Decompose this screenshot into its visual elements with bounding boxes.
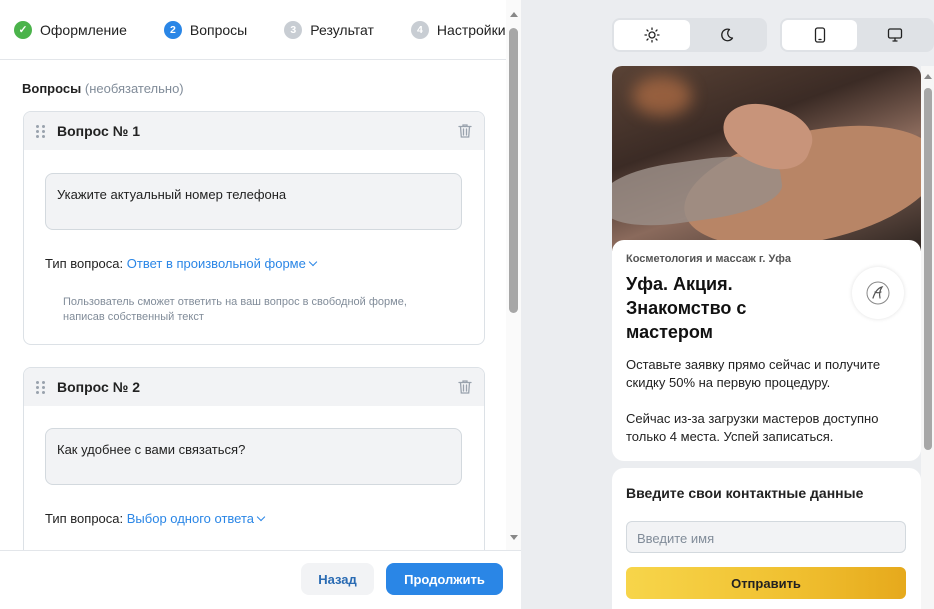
stepper: ✓ Оформление 2 Вопросы 3 Результат 4 Нас… (0, 0, 506, 60)
chevron-down-icon (308, 257, 318, 267)
drag-handle-icon[interactable] (36, 380, 45, 394)
scrollbar-thumb[interactable] (924, 88, 932, 450)
scroll-up-arrow-icon[interactable] (924, 74, 932, 79)
question-title: Вопрос № 1 (57, 123, 140, 139)
step-label: Результат (310, 21, 374, 38)
scrollbar[interactable] (506, 0, 521, 550)
check-icon: ✓ (14, 20, 32, 39)
phone-icon (814, 27, 825, 43)
device-toggle (780, 18, 934, 52)
moon-icon (721, 28, 734, 42)
company-name: Косметология и массаж г. Уфа (626, 253, 792, 265)
chevron-down-icon (256, 512, 266, 522)
company-logo (852, 267, 904, 319)
question-header: Вопрос № 2 (24, 368, 484, 406)
question-card: Вопрос № 1 Укажите актуальный номер теле… (23, 111, 485, 345)
light-theme-option[interactable] (614, 20, 690, 50)
desktop-icon (887, 28, 902, 42)
question-header: Вопрос № 1 (24, 112, 484, 150)
drag-handle-icon[interactable] (36, 124, 45, 138)
question-title: Вопрос № 2 (57, 379, 140, 395)
step-settings[interactable]: 4 Настройки (410, 20, 506, 39)
question-type-select[interactable]: Выбор одного ответа (126, 511, 266, 526)
step-label: Настройки (436, 21, 506, 38)
step-design[interactable]: ✓ Оформление (14, 20, 127, 39)
mobile-preview: Косметология и массаж г. Уфа Уфа. Акция.… (612, 66, 921, 609)
logo-icon (866, 281, 890, 305)
contact-form-card: Введите свои контактные данные Введите и… (612, 468, 921, 609)
step-number: 4 (410, 20, 429, 39)
question-type-hint: Пользователь сможет ответить на ваш вопр… (63, 296, 407, 323)
questions-section-title: Вопросы (необязательно) (22, 81, 184, 96)
question-text-input[interactable]: Укажите актуальный номер телефона (45, 173, 462, 230)
editor-footer: Назад Продолжить (0, 550, 521, 609)
scrollbar-thumb[interactable] (509, 28, 518, 313)
question-type-label: Тип вопроса: (45, 511, 124, 526)
promo-headline: Уфа. Акция. Знакомство с мастером (626, 274, 747, 342)
preview-scrollbar[interactable] (921, 66, 934, 609)
question-card: Вопрос № 2 Как удобнее с вами связаться?… (23, 367, 485, 567)
continue-button[interactable]: Продолжить (386, 563, 503, 595)
desktop-view-option[interactable] (857, 20, 932, 50)
form-title: Введите свои контактные данные (626, 485, 864, 501)
step-label: Оформление (40, 21, 127, 38)
trash-icon[interactable] (458, 123, 472, 139)
submit-button[interactable]: Отправить (626, 567, 906, 599)
trash-icon[interactable] (458, 379, 472, 395)
question-type-row: Тип вопроса: Выбор одного ответа (45, 511, 266, 526)
preview-panel: Косметология и массаж г. Уфа Уфа. Акция.… (521, 0, 934, 609)
scroll-up-arrow-icon[interactable] (510, 12, 518, 17)
step-number: 2 (163, 20, 182, 39)
step-number: 3 (284, 20, 303, 39)
mobile-view-option[interactable] (782, 20, 857, 50)
optional-note: (необязательно) (84, 81, 184, 96)
section-title-text: Вопросы (22, 81, 82, 96)
dark-theme-option[interactable] (690, 20, 766, 50)
question-type-select[interactable]: Ответ в произвольной форме (126, 256, 318, 271)
question-type-value: Ответ в произвольной форме (126, 256, 306, 271)
sun-icon (644, 27, 660, 43)
step-label: Вопросы (189, 21, 248, 38)
promo-card: Косметология и массаж г. Уфа Уфа. Акция.… (612, 240, 921, 461)
step-result[interactable]: 3 Результат (284, 20, 374, 39)
name-input[interactable]: Введите имя (626, 521, 906, 553)
question-text-input[interactable]: Как удобнее с вами связаться? (45, 428, 462, 485)
promo-description: Оставьте заявку прямо сейчас и получите … (626, 357, 881, 444)
back-button[interactable]: Назад (301, 563, 374, 595)
form-editor-panel: ✓ Оформление 2 Вопросы 3 Результат 4 Нас… (0, 0, 521, 609)
question-type-label: Тип вопроса: (45, 256, 124, 271)
scroll-down-arrow-icon[interactable] (510, 535, 518, 540)
theme-toggle (612, 18, 767, 52)
hero-image (612, 66, 921, 251)
step-questions[interactable]: 2 Вопросы (163, 20, 248, 39)
question-type-row: Тип вопроса: Ответ в произвольной форме (45, 256, 318, 271)
question-type-value: Выбор одного ответа (126, 511, 255, 526)
